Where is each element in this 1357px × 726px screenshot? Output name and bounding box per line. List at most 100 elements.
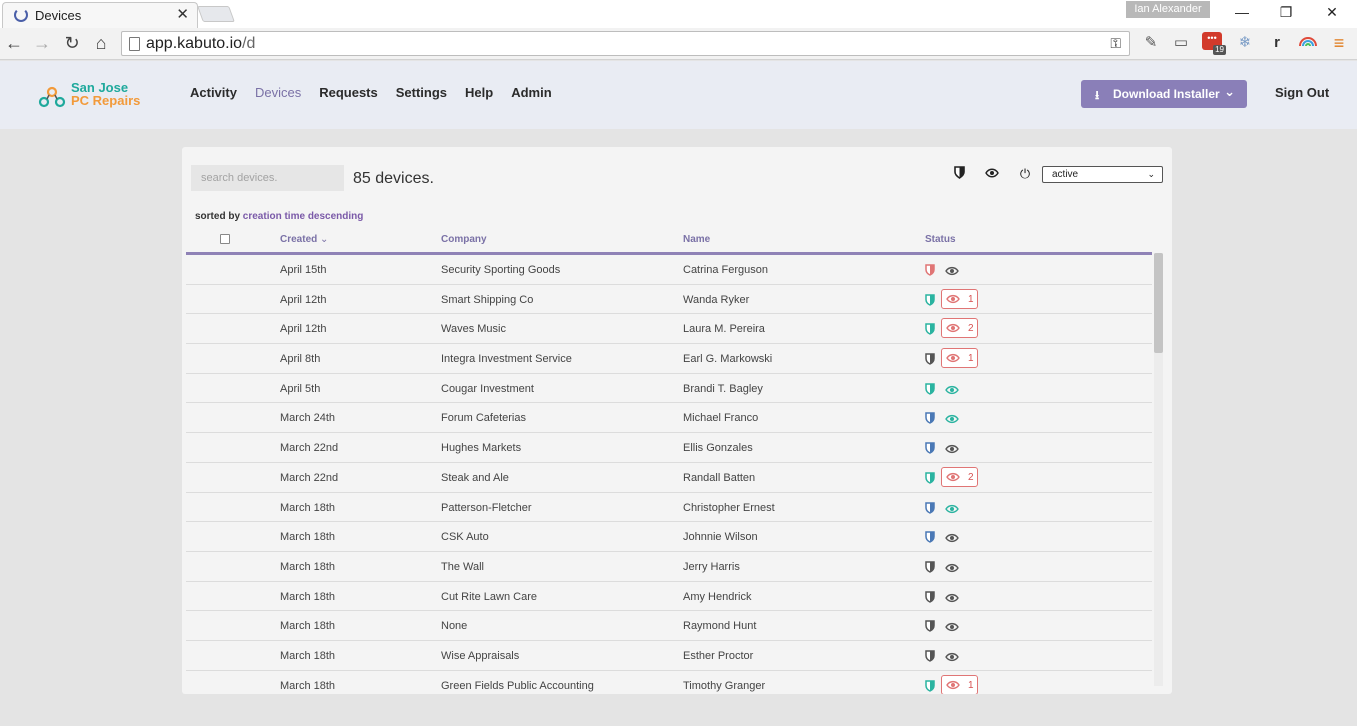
- profile-badge[interactable]: Ian Alexander: [1126, 1, 1210, 18]
- column-name[interactable]: Name: [683, 234, 710, 245]
- reload-icon[interactable]: ↻: [61, 32, 83, 54]
- back-icon[interactable]: ←: [3, 32, 25, 54]
- sort-desc-chevron-icon[interactable]: ⌄: [320, 234, 330, 245]
- close-window-icon[interactable]: ✕: [1317, 2, 1347, 22]
- sign-out-link[interactable]: Sign Out: [1275, 85, 1329, 100]
- nav-help[interactable]: Help: [465, 85, 493, 100]
- eyedropper-extension-icon[interactable]: ✎: [1140, 32, 1162, 54]
- cell-company: Patterson-Fletcher: [441, 501, 532, 514]
- sort-field-link[interactable]: creation time descending: [243, 211, 364, 222]
- extension-badge-icon[interactable]: ••• 19: [1202, 32, 1226, 55]
- nav-devices[interactable]: Devices: [255, 85, 301, 100]
- shield-status-icon: [925, 322, 935, 336]
- cell-created: April 5th: [280, 382, 321, 395]
- shield-status-icon: [925, 590, 935, 603]
- cell-created: March 18th: [280, 501, 336, 514]
- company-logo[interactable]: San Jose PC Repairs: [38, 80, 148, 110]
- eye-filter-icon[interactable]: [984, 166, 1000, 182]
- forward-icon[interactable]: →: [31, 32, 53, 54]
- column-status[interactable]: Status: [925, 234, 956, 245]
- table-row[interactable]: March 22nd Hughes Markets Ellis Gonzales: [186, 433, 1152, 463]
- main-nav: Activity Devices Requests Settings Help …: [190, 85, 570, 100]
- shield-filter-icon[interactable]: [951, 166, 967, 182]
- search-input[interactable]: [191, 165, 344, 191]
- r-extension-icon[interactable]: r: [1266, 32, 1288, 54]
- alert-badge[interactable]: 2: [941, 318, 978, 339]
- alert-count: 1: [968, 293, 974, 305]
- nav-activity[interactable]: Activity: [190, 85, 237, 100]
- snowflake-extension-icon[interactable]: ❄: [1234, 32, 1256, 54]
- cell-name: Jerry Harris: [683, 560, 740, 573]
- cell-company: Cut Rite Lawn Care: [441, 590, 537, 603]
- eye-status-icon: [945, 501, 959, 513]
- home-icon[interactable]: ⌂: [90, 32, 112, 54]
- address-bar[interactable]: app.kabuto.io/d ⚿: [121, 31, 1130, 56]
- table-row[interactable]: March 18th Green Fields Public Accountin…: [186, 671, 1152, 694]
- scrollbar-thumb[interactable]: [1154, 253, 1163, 353]
- browser-tab[interactable]: Devices ✕: [2, 2, 198, 28]
- table-row[interactable]: March 18th CSK Auto Johnnie Wilson: [186, 522, 1152, 552]
- shield-status-icon: [925, 411, 935, 425]
- devices-panel: 85 devices. ⏻ active ⌄ sorted by creatio…: [182, 147, 1172, 694]
- cell-company: None: [441, 620, 468, 633]
- alert-count: 2: [968, 471, 974, 483]
- table-row[interactable]: March 18th Wise Appraisals Esther Procto…: [186, 641, 1152, 671]
- eye-status-icon: [945, 382, 959, 394]
- table-row[interactable]: April 8th Integra Investment Service Ear…: [186, 344, 1152, 374]
- cell-created: March 18th: [280, 531, 336, 544]
- table-row[interactable]: April 12th Smart Shipping Co Wanda Ryker…: [186, 285, 1152, 315]
- shield-status-icon: [925, 382, 935, 395]
- shield-status-icon: [925, 471, 935, 484]
- alert-badge[interactable]: 2: [941, 466, 978, 487]
- page-icon: [129, 37, 140, 51]
- table-row[interactable]: March 18th None Raymond Hunt: [186, 611, 1152, 641]
- cell-company: Steak and Ale: [441, 471, 509, 484]
- table-row[interactable]: March 18th Patterson-Fletcher Christophe…: [186, 493, 1152, 523]
- restore-icon[interactable]: ❐: [1271, 2, 1301, 22]
- eye-status-icon: [945, 263, 959, 276]
- kabuto-favicon-icon: [14, 8, 28, 22]
- nav-settings[interactable]: Settings: [396, 85, 447, 100]
- column-company[interactable]: Company: [441, 234, 487, 245]
- minimize-icon[interactable]: —: [1227, 2, 1257, 22]
- new-tab-button[interactable]: [197, 6, 235, 22]
- status-filter-select[interactable]: active ⌄: [1042, 166, 1163, 183]
- cell-name: Michael Franco: [683, 412, 759, 425]
- table-row[interactable]: March 18th The Wall Jerry Harris: [186, 552, 1152, 582]
- rainbow-extension-icon[interactable]: [1297, 32, 1319, 54]
- cell-name: Earl G. Markowski: [683, 353, 773, 366]
- alert-count: 2: [968, 323, 974, 335]
- cell-name: Esther Proctor: [683, 649, 754, 662]
- cell-name: Wanda Ryker: [683, 293, 750, 306]
- table-row[interactable]: March 24th Forum Cafeterias Michael Fran…: [186, 403, 1152, 434]
- table-row[interactable]: March 18th Cut Rite Lawn Care Amy Hendri…: [186, 582, 1152, 612]
- select-all-checkbox[interactable]: [220, 234, 230, 244]
- cell-name: Johnnie Wilson: [683, 531, 758, 544]
- download-installer-button[interactable]: ⭳ Download Installer ⌄: [1081, 80, 1247, 108]
- nav-requests[interactable]: Requests: [319, 85, 378, 100]
- nav-admin[interactable]: Admin: [511, 85, 551, 100]
- cell-company: Security Sporting Goods: [441, 264, 561, 276]
- cell-created: March 18th: [280, 620, 336, 633]
- shield-status-icon: [925, 560, 935, 573]
- chevron-down-icon[interactable]: ⌄: [1224, 84, 1235, 100]
- table-row[interactable]: April 12th Waves Music Laura M. Pereira 2: [186, 314, 1152, 345]
- shield-status-icon: [925, 619, 935, 633]
- cell-created: March 22nd: [280, 471, 339, 484]
- cast-icon[interactable]: ▭: [1170, 32, 1192, 54]
- alert-badge[interactable]: 1: [941, 348, 978, 369]
- eye-status-icon: [945, 411, 959, 424]
- cell-name: Timothy Granger: [683, 679, 766, 692]
- table-row[interactable]: April 15th Security Sporting Goods Catri…: [186, 255, 1152, 285]
- table-row[interactable]: April 5th Cougar Investment Brandi T. Ba…: [186, 374, 1152, 404]
- cell-name: Ellis Gonzales: [683, 442, 753, 455]
- menu-icon[interactable]: ≡: [1328, 32, 1350, 54]
- table-row[interactable]: March 22nd Steak and Ale Randall Batten 2: [186, 463, 1152, 493]
- alert-badge[interactable]: 1: [941, 288, 978, 309]
- key-icon[interactable]: ⚿: [1110, 35, 1121, 52]
- column-created[interactable]: Created: [280, 234, 317, 245]
- alert-badge[interactable]: 1: [941, 674, 978, 694]
- power-filter-icon[interactable]: ⏻: [1017, 166, 1033, 182]
- cell-created: March 18th: [280, 649, 336, 662]
- close-tab-icon[interactable]: ✕: [176, 6, 189, 24]
